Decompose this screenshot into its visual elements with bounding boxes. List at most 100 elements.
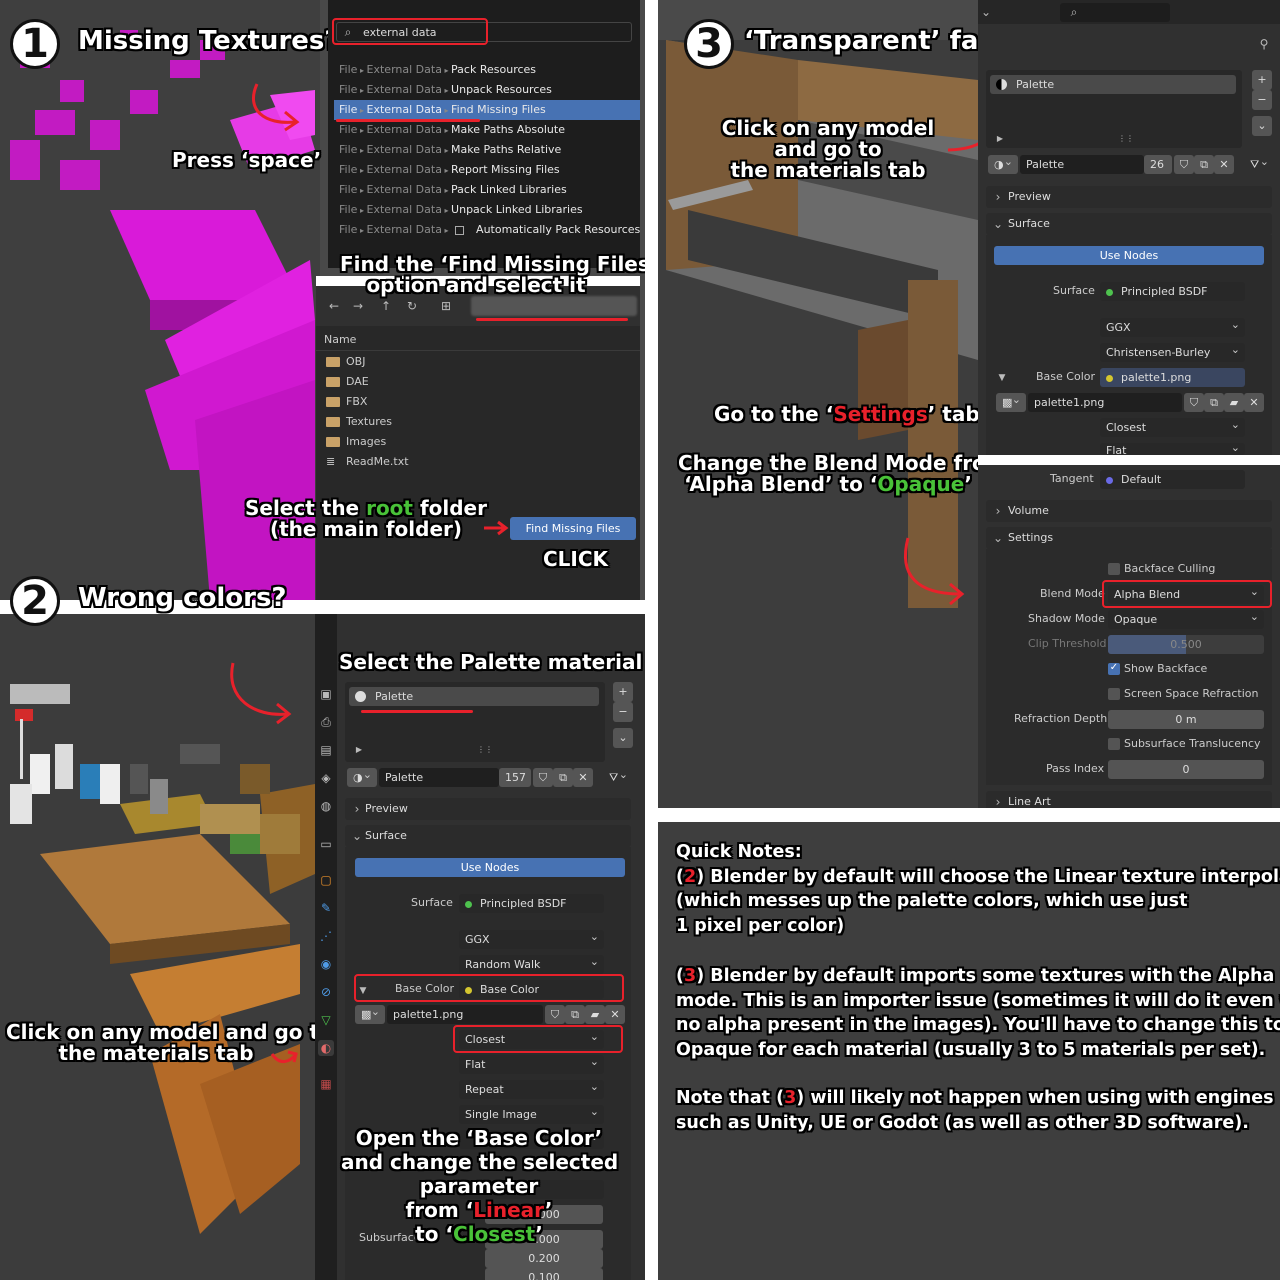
q3-use-nodes-button[interactable]: Use Nodes [994,246,1264,265]
menu-item[interactable]: File ▸ External Data ▸ Report Missing Fi… [334,160,640,180]
material-slot-palette[interactable]: Palette [349,687,599,706]
column-name-header[interactable]: Name [324,330,356,350]
image-browse-button[interactable]: ▩ [355,1002,385,1024]
file-list-item[interactable]: OBJ [326,352,626,372]
duplicate-button[interactable]: ⧉ [553,768,573,787]
output-tab-icon[interactable]: ⎙ [318,714,334,730]
remove-slot-button[interactable]: − [613,702,633,722]
q3-resize-handle-icon[interactable]: ⋮⋮ [1118,131,1134,147]
menu-item[interactable]: File ▸ External Data ▸ Pack Resources [334,60,640,80]
pin-icon[interactable]: ⚲ [1256,36,1272,52]
subsurface-radius-z[interactable]: 0.100 [485,1268,603,1280]
q3-image-browse-button[interactable]: ▩ [996,390,1026,412]
object-tab-icon[interactable]: ▢ [318,872,334,888]
subsurface-method-dropdown[interactable]: Random Walk [459,952,604,974]
fake-user-button[interactable]: ⛉ [533,768,553,787]
menu-item[interactable]: File ▸ External Data ▸ Unpack Resources [334,80,640,100]
node-link-button[interactable]: ⛛ [603,765,633,787]
menu-item[interactable]: File ▸ External Data ▸ Make Paths Absolu… [334,120,640,140]
physics-tab-icon[interactable]: ◉ [318,956,334,972]
q3-image-duplicate[interactable]: ⧉ [1204,393,1224,412]
add-slot-button[interactable]: + [613,682,633,702]
q3-preview-header[interactable]: Preview [986,186,1272,208]
material-tab-icon[interactable]: ◐ [318,1040,334,1056]
file-list-item[interactable]: ≣ ReadMe.txt [326,452,626,472]
browse-material-button[interactable]: ◑ [347,765,377,787]
q3-image-fake-user[interactable]: ⛉ [1184,393,1204,412]
q3-image-unlink[interactable]: ✕ [1244,393,1264,412]
data-tab-icon[interactable]: ▽ [318,1012,334,1028]
menu-item[interactable]: File ▸ External Data ▸ Automatically Pac… [334,220,640,240]
projection-dropdown[interactable]: Flat [459,1052,604,1074]
tangent-field[interactable]: Default [1100,470,1245,489]
ssr-checkbox[interactable] [1108,688,1120,700]
menu-item[interactable]: File ▸ External Data ▸ Pack Linked Libra… [334,180,640,200]
settings-panel-header[interactable]: Settings [986,527,1272,549]
q3-projection-dropdown[interactable]: Flat [1100,443,1245,455]
world-tab-icon[interactable]: ◍ [318,798,334,814]
view-layer-tab-icon[interactable]: ▤ [318,742,334,758]
q3-unlink-button[interactable]: ✕ [1214,155,1234,174]
file-list-item[interactable]: FBX [326,392,626,412]
extension-dropdown[interactable]: Repeat [459,1077,604,1099]
subsurface-translucency-checkbox[interactable] [1108,738,1120,750]
q3-image-name-field[interactable]: palette1.png [1028,393,1182,412]
constraints-tab-icon[interactable]: ⊘ [318,984,334,1000]
subsurface-radius-y[interactable]: 0.200 [485,1249,603,1268]
auto-pack-checkbox[interactable] [455,225,465,235]
path-field-blurred[interactable] [471,296,637,316]
menu-item[interactable]: File ▸ External Data ▸ Find Missing File… [334,100,640,120]
q3-add-slot-button[interactable]: + [1252,70,1272,90]
modifier-tab-icon[interactable]: ✎ [318,900,334,916]
q3-interpolation-dropdown[interactable]: Closest [1100,415,1245,437]
menu-item[interactable]: File ▸ External Data ▸ Unpack Linked Lib… [334,200,640,220]
menu-item[interactable]: File ▸ External Data ▸ Make Paths Relati… [334,140,640,160]
editor-menu-chevron-icon[interactable]: ⌄ [978,4,994,20]
use-nodes-button[interactable]: Use Nodes [355,858,625,877]
volume-panel-header[interactable]: Volume [986,500,1272,522]
q3-surface-shader-field[interactable]: Principled BSDF [1100,282,1245,301]
expand-icon[interactable]: ▶ [351,742,367,758]
preview-panel-header[interactable]: Preview [345,798,631,820]
image-name-field[interactable]: palette1.png [387,1005,543,1024]
q3-subsurface-method-dropdown[interactable]: Christensen-Burley [1100,340,1245,362]
forward-icon[interactable]: → [350,298,366,314]
texture-tab-icon[interactable]: ▦ [318,1076,334,1092]
file-list-item[interactable]: Textures [326,412,626,432]
image-open[interactable]: ▰ [585,1005,605,1024]
image-duplicate[interactable]: ⧉ [565,1005,585,1024]
image-unlink[interactable]: ✕ [605,1005,625,1024]
back-icon[interactable]: ← [326,298,342,314]
q3-user-count[interactable]: 26 [1144,155,1172,174]
q3-material-slot-palette[interactable]: Palette [990,75,1236,94]
resize-handle-icon[interactable]: ⋮⋮ [477,742,493,758]
q3-surface-header[interactable]: Surface [986,213,1272,235]
particles-tab-icon[interactable]: ⋰ [318,928,334,944]
material-name-field[interactable]: Palette [379,768,499,787]
shadow-mode-dropdown[interactable]: Opaque [1108,607,1264,629]
new-folder-icon[interactable]: ⊞ [438,298,454,314]
q3-distribution-dropdown[interactable]: GGX [1100,315,1245,337]
render-tab-icon[interactable]: ▣ [318,686,334,702]
clip-threshold-slider[interactable]: 0.500 [1108,635,1264,654]
q3-collapse-triangle-icon[interactable]: ▼ [994,370,1010,386]
surface-panel-header[interactable]: Surface [345,825,631,847]
source-dropdown[interactable]: Single Image [459,1102,604,1124]
q3-slot-specials-button[interactable]: ⌄ [1252,116,1272,136]
surface-shader-field[interactable]: Principled BSDF [459,894,604,913]
q3-fake-user-button[interactable]: ⛉ [1174,155,1194,174]
file-list-item[interactable]: Images [326,432,626,452]
q3-browse-material-button[interactable]: ◑ [988,152,1018,174]
image-fake-user[interactable]: ⛉ [545,1005,565,1024]
distribution-dropdown[interactable]: GGX [459,927,604,949]
q3-image-open[interactable]: ▰ [1224,393,1244,412]
slot-specials-button[interactable]: ⌄ [613,728,633,748]
collection-tab-icon[interactable]: ▭ [318,836,334,852]
refraction-depth-field[interactable]: 0 m [1108,710,1264,729]
q3-remove-slot-button[interactable]: − [1252,90,1272,110]
pass-index-field[interactable]: 0 [1108,760,1264,779]
q3-duplicate-button[interactable]: ⧉ [1194,155,1214,174]
backface-culling-checkbox[interactable] [1108,563,1120,575]
refresh-icon[interactable]: ↻ [404,298,420,314]
q3-material-name-field[interactable]: Palette [1020,155,1144,174]
